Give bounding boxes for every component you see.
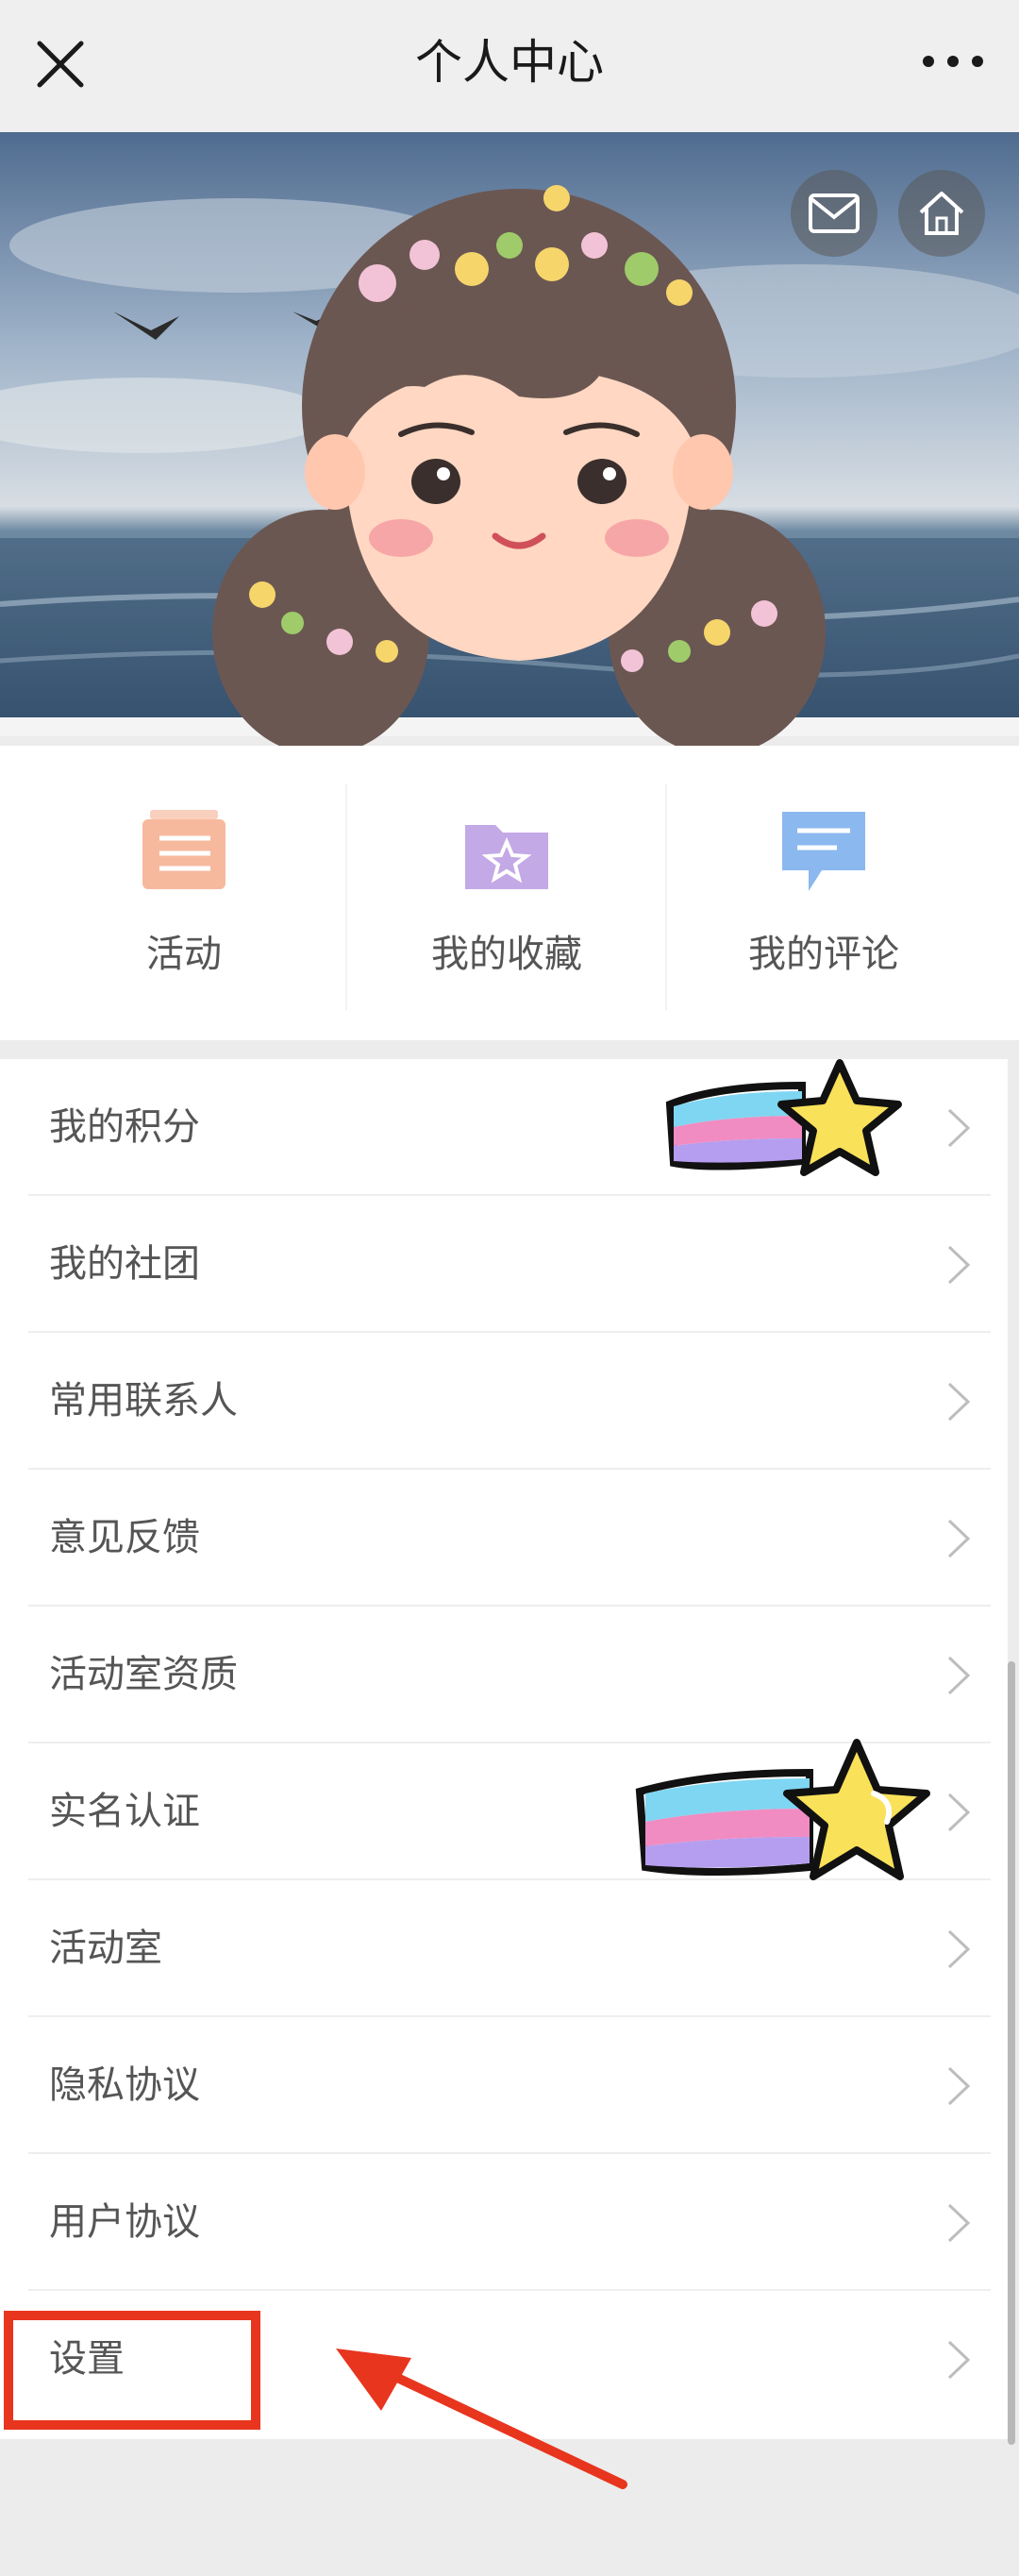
activity-list-icon: [142, 810, 226, 889]
top-bar: 个人中心: [0, 0, 1019, 132]
menu-item-feedback[interactable]: 意见反馈: [0, 1470, 1008, 1607]
chevron-right-icon: [947, 2203, 971, 2243]
quick-action-label: 我的评论: [748, 933, 899, 976]
menu-item-label: 意见反馈: [49, 1516, 200, 1559]
menu-item-label: 活动室: [49, 1927, 162, 1970]
quick-action-label: 活动: [146, 933, 222, 976]
chevron-right-icon: [947, 1382, 971, 1422]
menu-item-label: 用户协议: [49, 2200, 200, 2244]
quick-action-favorites[interactable]: 我的收藏: [337, 746, 677, 1040]
quick-action-label: 我的收藏: [431, 933, 582, 976]
menu-item-room-qualification[interactable]: 活动室资质: [0, 1607, 1008, 1743]
menu-item-label: 隐私协议: [49, 2063, 200, 2107]
chevron-right-icon: [947, 2340, 971, 2380]
more-dots-icon[interactable]: [915, 38, 991, 85]
chevron-right-icon: [947, 1519, 971, 1558]
scrollbar[interactable]: [1008, 1661, 1015, 2445]
menu-item-privacy-policy[interactable]: 隐私协议: [0, 2017, 1008, 2154]
shooting-star-sticker: [665, 1059, 902, 1176]
chevron-right-icon: [947, 1108, 971, 1148]
menu-item-label: 实名认证: [49, 1790, 200, 1833]
chevron-right-icon: [947, 1793, 971, 1832]
chevron-right-icon: [947, 2066, 971, 2106]
red-arrow-annotation: [336, 2349, 627, 2489]
quick-action-comments[interactable]: 我的评论: [654, 746, 994, 1040]
menu-item-user-agreement[interactable]: 用户协议: [0, 2154, 1008, 2291]
menu-item-contacts[interactable]: 常用联系人: [0, 1333, 1008, 1470]
quick-action-activity[interactable]: 活动: [14, 746, 354, 1040]
menu-item-clubs[interactable]: 我的社团: [0, 1196, 1008, 1333]
favorites-folder-icon: [465, 825, 548, 889]
highlight-box: [4, 2311, 260, 2430]
home-icon: [919, 192, 964, 235]
comment-bubble-icon: [782, 812, 865, 891]
menu-item-label: 我的积分: [49, 1105, 200, 1149]
avatar: [212, 185, 826, 755]
page-title: 个人中心: [415, 35, 604, 90]
home-button[interactable]: [898, 170, 985, 257]
shooting-star-sticker: [635, 1739, 930, 1880]
chevron-right-icon: [947, 1929, 971, 1969]
menu-item-label: 活动室资质: [49, 1653, 238, 1696]
chevron-right-icon: [947, 1245, 971, 1285]
menu-item-label: 我的社团: [49, 1242, 200, 1286]
quick-actions-card: 活动 我的收藏 我的评论: [0, 746, 1019, 1040]
menu-item-label: 常用联系人: [49, 1379, 238, 1423]
chevron-right-icon: [947, 1656, 971, 1695]
